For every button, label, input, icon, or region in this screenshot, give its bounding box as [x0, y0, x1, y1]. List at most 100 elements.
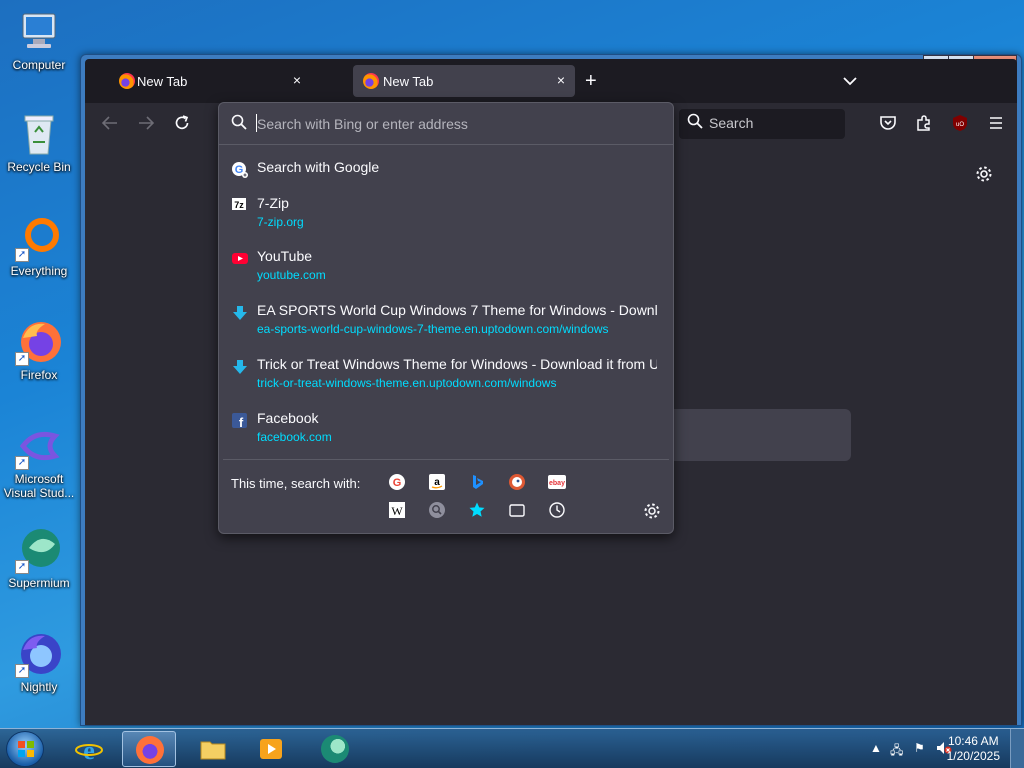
media-player-icon [260, 739, 282, 759]
personalize-button[interactable] [975, 165, 993, 188]
ebay-icon[interactable]: ebay [548, 473, 566, 491]
search-settings-button[interactable] [643, 502, 661, 525]
clock-date: 1/20/2025 [946, 749, 1000, 763]
duckduckgo-icon[interactable] [508, 473, 526, 491]
taskbar-supermium[interactable] [308, 731, 362, 767]
wikipedia-icon[interactable]: W [388, 501, 406, 519]
tabs-icon[interactable] [508, 501, 526, 519]
new-tab-button[interactable]: + [585, 71, 597, 91]
divider [223, 459, 669, 460]
result-trick-or-treat-theme[interactable]: Trick or Treat Windows Theme for Windows… [219, 356, 673, 396]
pocket-icon [880, 116, 896, 130]
firefox-icon [119, 73, 135, 89]
desktop-icon-firefox[interactable]: ➚ Firefox [2, 318, 76, 382]
firefox-icon: ➚ [15, 318, 63, 366]
close-tab-button[interactable]: × [557, 72, 565, 88]
taskbar-firefox[interactable] [122, 731, 176, 767]
search-icon [231, 114, 247, 135]
gear-icon [644, 503, 660, 519]
hamburger-menu-icon [990, 117, 1002, 129]
computer-icon [15, 8, 63, 56]
reload-button[interactable] [173, 114, 191, 136]
search-icon [687, 113, 703, 134]
tab-label: New Tab [137, 73, 188, 89]
bookmarks-icon[interactable] [468, 501, 486, 519]
svg-text:G: G [235, 164, 244, 176]
facebook-icon: f [231, 412, 249, 430]
result-search-google[interactable]: G Search with Google [219, 159, 673, 187]
search-placeholder: Search [709, 115, 754, 131]
uptodown-icon [231, 304, 249, 322]
action-center-flag-icon[interactable]: ⚑ [914, 741, 925, 755]
svg-text:G: G [393, 477, 402, 489]
svg-text:W: W [391, 504, 403, 518]
result-youtube[interactable]: YouTube youtube.com [219, 248, 673, 288]
result-facebook[interactable]: f Facebook facebook.com [219, 410, 673, 450]
taskbar: e ▲ 🖧 ⚑ 10:46 AM 1/20/2025 [0, 728, 1024, 768]
desktop-icon-visual-studio[interactable]: ➚ Microsoft Visual Stud... [2, 422, 76, 500]
7zip-icon: 7z [231, 197, 249, 215]
reload-icon [175, 115, 189, 130]
result-ea-sports-theme[interactable]: EA SPORTS World Cup Windows 7 Theme for … [219, 302, 673, 342]
urlbar-popup: Search with Bing or enter address G Sear… [218, 102, 674, 534]
address-bar[interactable]: Search with Bing or enter address [219, 103, 673, 145]
result-title: YouTube [257, 248, 313, 264]
gear-icon [976, 166, 992, 182]
show-desktop-button[interactable] [1010, 729, 1024, 768]
shortcut-arrow-icon: ➚ [15, 456, 29, 470]
clock[interactable]: 10:46 AM 1/20/2025 [947, 734, 1000, 764]
history-icon[interactable] [548, 501, 566, 519]
extensions-button[interactable] [915, 114, 933, 136]
shortcut-arrow-icon: ➚ [15, 248, 29, 262]
network-icon[interactable]: 🖧 [890, 741, 903, 762]
svg-text:7z: 7z [234, 200, 244, 210]
result-title: Trick or Treat Windows Theme for Windows… [257, 356, 657, 372]
search-engine-icon[interactable] [428, 501, 446, 519]
result-7zip[interactable]: 7z 7-Zip 7-zip.org [219, 195, 673, 235]
supermium-icon: ➚ [15, 526, 63, 574]
taskbar-file-explorer[interactable] [186, 731, 240, 767]
desktop-icon-everything[interactable]: ➚ Everything [2, 214, 76, 278]
system-tray: ▲ 🖧 ⚑ 10:46 AM 1/20/2025 [844, 729, 1024, 768]
svg-text:a: a [434, 477, 440, 488]
firefox-icon [136, 736, 164, 764]
tab-new-tab-1[interactable]: New Tab × [89, 65, 311, 97]
result-title: Facebook [257, 410, 319, 426]
forward-button[interactable] [137, 114, 155, 136]
svg-text:e: e [83, 736, 95, 763]
desktop-icon-nightly[interactable]: ➚ Nightly [2, 630, 76, 694]
desktop-icon-supermium[interactable]: ➚ Supermium [2, 526, 76, 590]
result-url: trick-or-treat-windows-theme.en.uptodown… [257, 376, 557, 390]
taskbar-internet-explorer[interactable]: e [62, 731, 116, 767]
back-arrow-icon [101, 116, 117, 130]
search-bar[interactable]: Search [679, 109, 845, 139]
result-title: Search with Google [257, 159, 380, 175]
amazon-icon[interactable]: a [428, 473, 446, 491]
tab-list-button[interactable] [843, 73, 857, 89]
tab-new-tab-2[interactable]: New Tab × [353, 65, 575, 97]
desktop-icon-label: Microsoft Visual Stud... [3, 472, 75, 500]
start-button[interactable] [6, 731, 44, 767]
google-icon[interactable]: G [388, 473, 406, 491]
result-url: facebook.com [257, 430, 332, 444]
close-tab-button[interactable]: × [293, 72, 301, 88]
result-url: ea-sports-world-cup-windows-7-theme.en.u… [257, 322, 609, 336]
windows-logo-icon [18, 741, 34, 757]
folder-icon [200, 741, 226, 760]
back-button[interactable] [101, 114, 119, 136]
bing-icon[interactable] [468, 473, 486, 491]
oneoff-search-label: This time, search with: [231, 476, 361, 491]
result-url: youtube.com [257, 268, 326, 282]
pocket-button[interactable] [879, 114, 897, 136]
desktop-icon-label: Computer [12, 58, 66, 72]
desktop-icon-computer[interactable]: Computer [2, 8, 76, 72]
shortcut-arrow-icon: ➚ [15, 664, 29, 678]
app-menu-button[interactable] [987, 114, 1005, 136]
clock-time: 10:46 AM [947, 734, 999, 748]
desktop-icon-recycle-bin[interactable]: Recycle Bin [2, 110, 76, 174]
everything-icon: ➚ [15, 214, 63, 262]
taskbar-media-player[interactable] [244, 731, 298, 767]
newtab-search-field[interactable] [671, 409, 851, 461]
show-hidden-icons-button[interactable]: ▲ [870, 741, 882, 755]
ublock-button[interactable]: uO [951, 114, 969, 136]
